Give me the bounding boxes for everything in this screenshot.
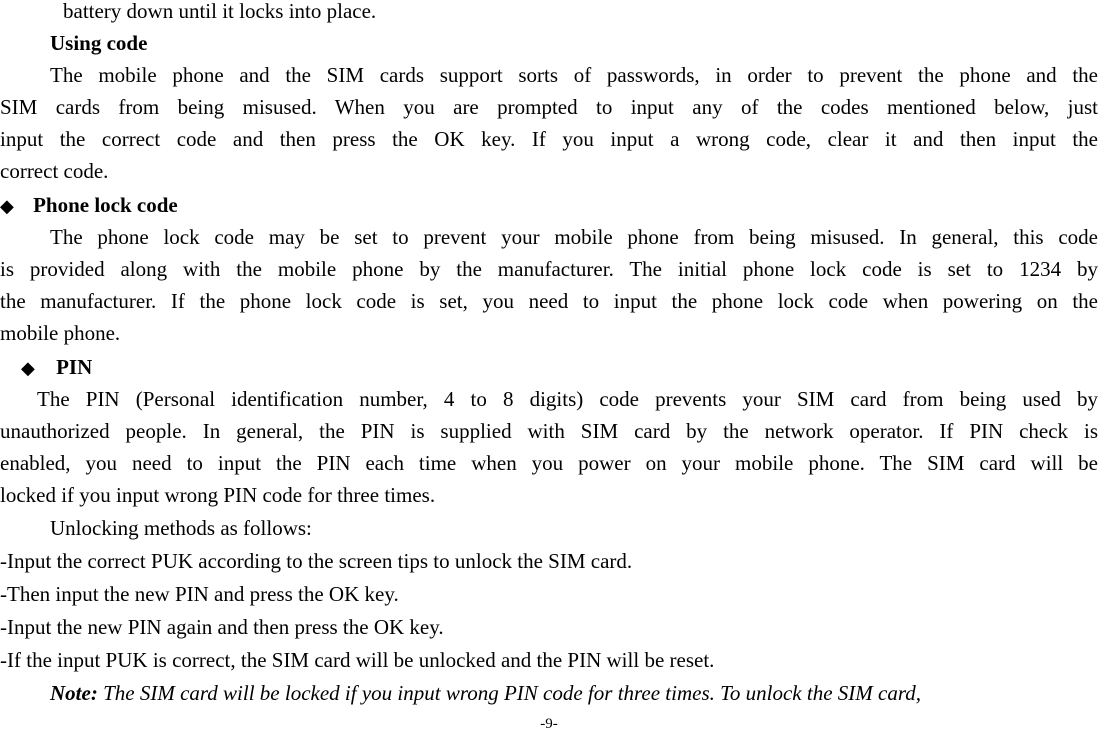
paragraph-line: input the correct code and then press th… [0,127,1098,151]
section-heading-phone-lock: ◆ Phone lock code [0,189,178,222]
unlock-step: -Input the new PIN again and then press … [0,615,444,639]
page-number: -9- [540,716,558,732]
heading-text: Phone lock code [33,193,178,217]
note-label: Note: [50,681,98,705]
unlock-step: -If the input PUK is correct, the SIM ca… [0,648,715,672]
section-heading-using-code: Using code [50,31,148,55]
paragraph-line: The PIN (Personal identification number,… [37,387,1098,411]
unlock-step: -Then input the new PIN and press the OK… [0,582,399,606]
intro-line: battery down until it locks into place. [63,0,377,23]
paragraph-line: locked if you input wrong PIN code for t… [0,483,436,507]
paragraph-line: SIM cards from being misused. When you a… [0,95,1098,119]
section-heading-pin: ◆ PIN [21,351,92,384]
heading-text: PIN [56,355,93,379]
paragraph-line: the manufacturer. If the phone lock code… [0,289,1098,313]
diamond-bullet-icon: ◆ [0,196,14,216]
document-page: battery down until it locks into place. … [0,0,1098,735]
paragraph-line: enabled, you need to input the PIN each … [0,451,1098,475]
paragraph-line: The mobile phone and the SIM cards suppo… [50,63,1098,87]
paragraph-line: is provided along with the mobile phone … [0,257,1098,281]
note: Note: The SIM card will be locked if you… [50,677,921,709]
paragraph-line: mobile phone. [0,321,121,345]
paragraph-line: unauthorized people. In general, the PIN… [0,419,1098,443]
unlocking-intro: Unlocking methods as follows: [50,516,312,540]
paragraph-line: The phone lock code may be set to preven… [50,225,1098,249]
unlock-step: -Input the correct PUK according to the … [0,549,633,573]
diamond-bullet-icon: ◆ [21,358,35,378]
note-text: The SIM card will be locked if you input… [97,681,921,705]
paragraph-line: correct code. [0,159,109,183]
